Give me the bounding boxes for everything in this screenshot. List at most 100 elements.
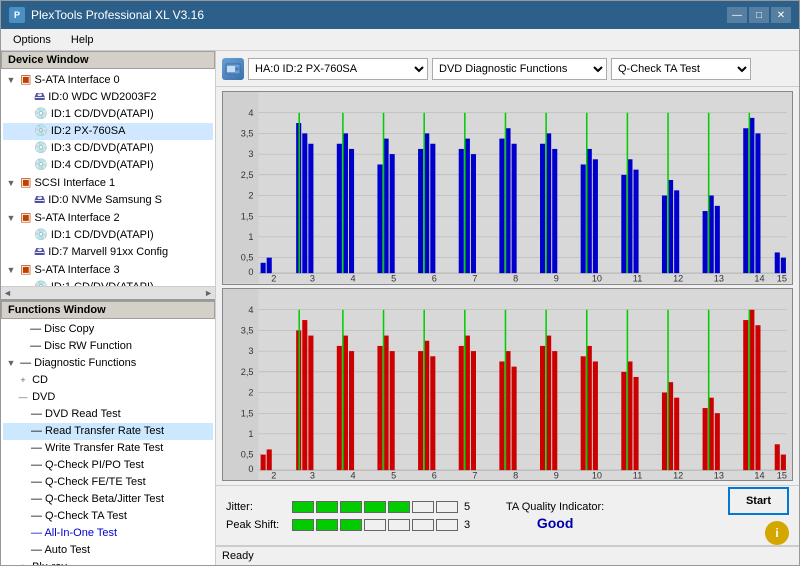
fn-write-transfer-rate[interactable]: — Write Transfer Rate Test <box>3 440 213 457</box>
svg-text:3: 3 <box>248 346 253 356</box>
svg-text:3: 3 <box>310 470 315 480</box>
svg-text:13: 13 <box>714 470 724 480</box>
fn-allinone[interactable]: — All-In-One Test <box>3 525 213 542</box>
jitter-seg-6 <box>412 501 434 513</box>
jitter-label: Jitter: <box>226 501 286 513</box>
function-select[interactable]: DVD Diagnostic Functions <box>432 58 607 80</box>
peak-shift-row: Peak Shift: 3 <box>226 519 476 531</box>
tree-marvell[interactable]: 🖴 ID:7 Marvell 91xx Config <box>3 244 213 261</box>
toolbar: HA:0 ID:2 PX-760SA DVD Diagnostic Functi… <box>216 51 799 87</box>
svg-text:8: 8 <box>513 470 518 480</box>
functions-tree[interactable]: — Disc Copy — Disc RW Function ▼ — Diagn… <box>1 319 215 565</box>
tree-dvd-s2-1[interactable]: 💿 ID:1 CD/DVD(ATAPI) <box>3 227 213 244</box>
svg-text:4: 4 <box>351 273 356 283</box>
tree-dvd1[interactable]: 💿 ID:1 CD/DVD(ATAPI) <box>3 106 213 123</box>
bottom-chart: 4 3,5 3 2,5 2 1,5 1 0,5 0 <box>222 288 793 482</box>
svg-text:6: 6 <box>432 273 437 283</box>
fn-dvd[interactable]: — DVD <box>3 389 213 406</box>
device-window-title: Device Window <box>1 51 215 69</box>
quality-value: Good <box>537 515 574 531</box>
tree-sata0[interactable]: ▼ ▣ S-ATA Interface 0 <box>3 71 213 89</box>
app-title: PlexTools Professional XL V3.16 <box>31 8 204 22</box>
test-select[interactable]: Q-Check TA Test <box>611 58 751 80</box>
svg-text:4: 4 <box>248 108 253 118</box>
jitter-progress <box>292 501 458 513</box>
tree-dvd3[interactable]: 💿 ID:3 CD/DVD(ATAPI) <box>3 140 213 157</box>
svg-text:7: 7 <box>472 470 477 480</box>
peak-shift-value: 3 <box>464 519 476 531</box>
menu-help[interactable]: Help <box>67 33 98 47</box>
status-metrics-bar: Jitter: 5 <box>216 485 799 545</box>
svg-text:5: 5 <box>391 470 396 480</box>
info-button[interactable]: i <box>765 521 789 545</box>
tree-sata3[interactable]: ▼ ▣ S-ATA Interface 3 <box>3 261 213 279</box>
fn-qcheck-fete[interactable]: — Q-Check FE/TE Test <box>3 474 213 491</box>
tree-scsi1[interactable]: ▼ ▣ SCSI Interface 1 <box>3 174 213 192</box>
svg-text:2: 2 <box>248 387 253 397</box>
tree-px760sa[interactable]: 💿 ID:2 PX-760SA <box>3 123 213 140</box>
scroll-right-arrow[interactable]: ► <box>204 288 213 298</box>
svg-text:4: 4 <box>248 304 253 314</box>
jitter-seg-4 <box>364 501 386 513</box>
title-bar: P PlexTools Professional XL V3.16 — □ ✕ <box>1 1 799 29</box>
fn-diagnostic[interactable]: ▼ — Diagnostic Functions <box>3 355 213 372</box>
jitter-seg-2 <box>316 501 338 513</box>
svg-text:1,5: 1,5 <box>241 408 254 418</box>
svg-text:1,5: 1,5 <box>241 211 254 221</box>
svg-text:8: 8 <box>513 273 518 283</box>
top-chart: 4 3,5 3 2,5 2 1,5 1 0,5 0 <box>222 91 793 285</box>
svg-text:3: 3 <box>310 273 315 283</box>
svg-text:1: 1 <box>248 232 253 242</box>
fn-qcheck-beta[interactable]: — Q-Check Beta/Jitter Test <box>3 491 213 508</box>
device-tree[interactable]: ▼ ▣ S-ATA Interface 0 🖴 ID:0 WDC WD2003F… <box>1 69 215 286</box>
maximize-button[interactable]: □ <box>749 7 769 23</box>
minimize-button[interactable]: — <box>727 7 747 23</box>
jitter-seg-1 <box>292 501 314 513</box>
svg-text:12: 12 <box>673 470 683 480</box>
fn-qcheck-ta[interactable]: — Q-Check TA Test <box>3 508 213 525</box>
svg-text:2: 2 <box>271 470 276 480</box>
tree-sata2[interactable]: ▼ ▣ S-ATA Interface 2 <box>3 209 213 227</box>
peak-seg-1 <box>292 519 314 531</box>
svg-text:11: 11 <box>633 273 642 283</box>
drive-select[interactable]: HA:0 ID:2 PX-760SA <box>248 58 428 80</box>
svg-text:2: 2 <box>271 273 276 283</box>
svg-text:2,5: 2,5 <box>241 170 254 180</box>
ready-text: Ready <box>222 550 254 562</box>
tree-nvme[interactable]: 🖴 ID:0 NVMe Samsung S <box>3 192 213 209</box>
device-selector: HA:0 ID:2 PX-760SA <box>222 58 428 80</box>
app-icon: P <box>9 7 25 23</box>
menu-options[interactable]: Options <box>9 33 55 47</box>
start-button[interactable]: Start <box>728 487 789 515</box>
fn-disc-copy[interactable]: — Disc Copy <box>3 321 213 338</box>
menu-bar: Options Help <box>1 29 799 51</box>
fn-auto-test[interactable]: — Auto Test <box>3 542 213 559</box>
svg-text:7: 7 <box>472 273 477 283</box>
fn-disc-rw[interactable]: — Disc RW Function <box>3 338 213 355</box>
svg-text:5: 5 <box>391 273 396 283</box>
device-tree-scrollbar[interactable]: ◄ ► <box>1 286 215 299</box>
close-button[interactable]: ✕ <box>771 7 791 23</box>
fn-cd[interactable]: + CD <box>3 372 213 389</box>
svg-text:3,5: 3,5 <box>241 325 254 335</box>
svg-text:3: 3 <box>248 149 253 159</box>
quality-section: TA Quality Indicator: Good <box>506 501 604 531</box>
tree-wdc[interactable]: 🖴 ID:0 WDC WD2003F2 <box>3 89 213 106</box>
peak-seg-5 <box>388 519 410 531</box>
quality-label: TA Quality Indicator: <box>506 501 604 513</box>
svg-text:0: 0 <box>248 464 253 474</box>
tree-dvd4[interactable]: 💿 ID:4 CD/DVD(ATAPI) <box>3 157 213 174</box>
scroll-left-arrow[interactable]: ◄ <box>3 288 12 298</box>
peak-seg-6 <box>412 519 434 531</box>
svg-text:15: 15 <box>777 470 787 480</box>
fn-dvd-read-test[interactable]: — DVD Read Test <box>3 406 213 423</box>
drive-icon <box>222 58 244 80</box>
fn-bluray[interactable]: + Blu-ray <box>3 559 213 565</box>
svg-text:11: 11 <box>633 470 642 480</box>
svg-text:13: 13 <box>714 273 724 283</box>
svg-text:2: 2 <box>248 191 253 201</box>
svg-text:14: 14 <box>754 470 764 480</box>
fn-read-transfer-rate[interactable]: — Read Transfer Rate Test <box>3 423 213 440</box>
fn-qcheck-pipo[interactable]: — Q-Check PI/PO Test <box>3 457 213 474</box>
tree-dvd-s3-1[interactable]: 💿 ID:1 CD/DVD(ATAPI) <box>3 279 213 286</box>
